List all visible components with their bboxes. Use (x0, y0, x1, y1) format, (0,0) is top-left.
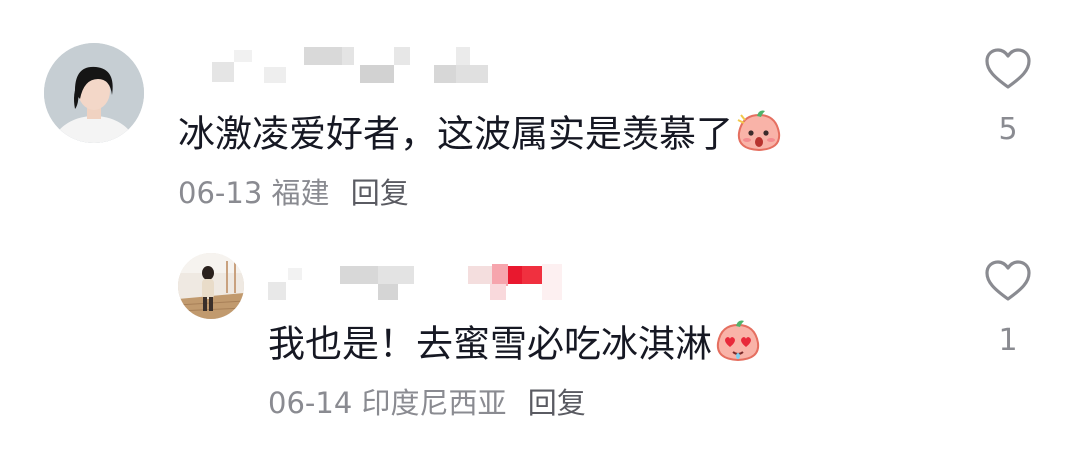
reply-comment-item: 我也是！去蜜雪必吃冰淇淋 06-14 印度尼西亚 回复 1 (0, 230, 1080, 456)
comment-location: 福建 (271, 176, 330, 210)
avatar[interactable] (178, 253, 244, 319)
like-button[interactable] (984, 47, 1032, 91)
comment-meta: 06-13 福建 回复 (178, 175, 409, 211)
comment-item: 冰激凌爱好者，这波属实是羡慕了 06-13 福建 回复 5 (0, 0, 1080, 230)
comment-date: 06-13 (178, 176, 263, 210)
username-blurred[interactable] (268, 264, 568, 304)
comment-date: 06-14 (268, 386, 353, 420)
comment-text-content: 我也是！去蜜雪必吃冰淇淋 (268, 322, 712, 366)
reply-button[interactable]: 回复 (351, 176, 409, 210)
like-button[interactable] (984, 259, 1032, 303)
comment-text: 冰激凌爱好者，这波属实是羡慕了 (178, 109, 783, 163)
username-blurred[interactable] (212, 45, 492, 85)
like-count: 1 (998, 323, 1018, 358)
comment-text: 我也是！去蜜雪必吃冰淇淋 (268, 319, 762, 373)
comment-meta: 06-14 印度尼西亚 回复 (268, 385, 586, 421)
heart-outline-icon (985, 260, 1031, 301)
reply-button[interactable]: 回复 (528, 386, 586, 420)
comment-text-content: 冰激凌爱好者，这波属实是羡慕了 (178, 112, 733, 156)
comment-location: 印度尼西亚 (361, 386, 507, 420)
peach-heart-eyes-emoji (714, 319, 762, 373)
avatar[interactable] (44, 43, 144, 143)
like-count: 5 (998, 112, 1018, 147)
heart-outline-icon (985, 48, 1031, 89)
peach-shocked-emoji (735, 109, 783, 163)
